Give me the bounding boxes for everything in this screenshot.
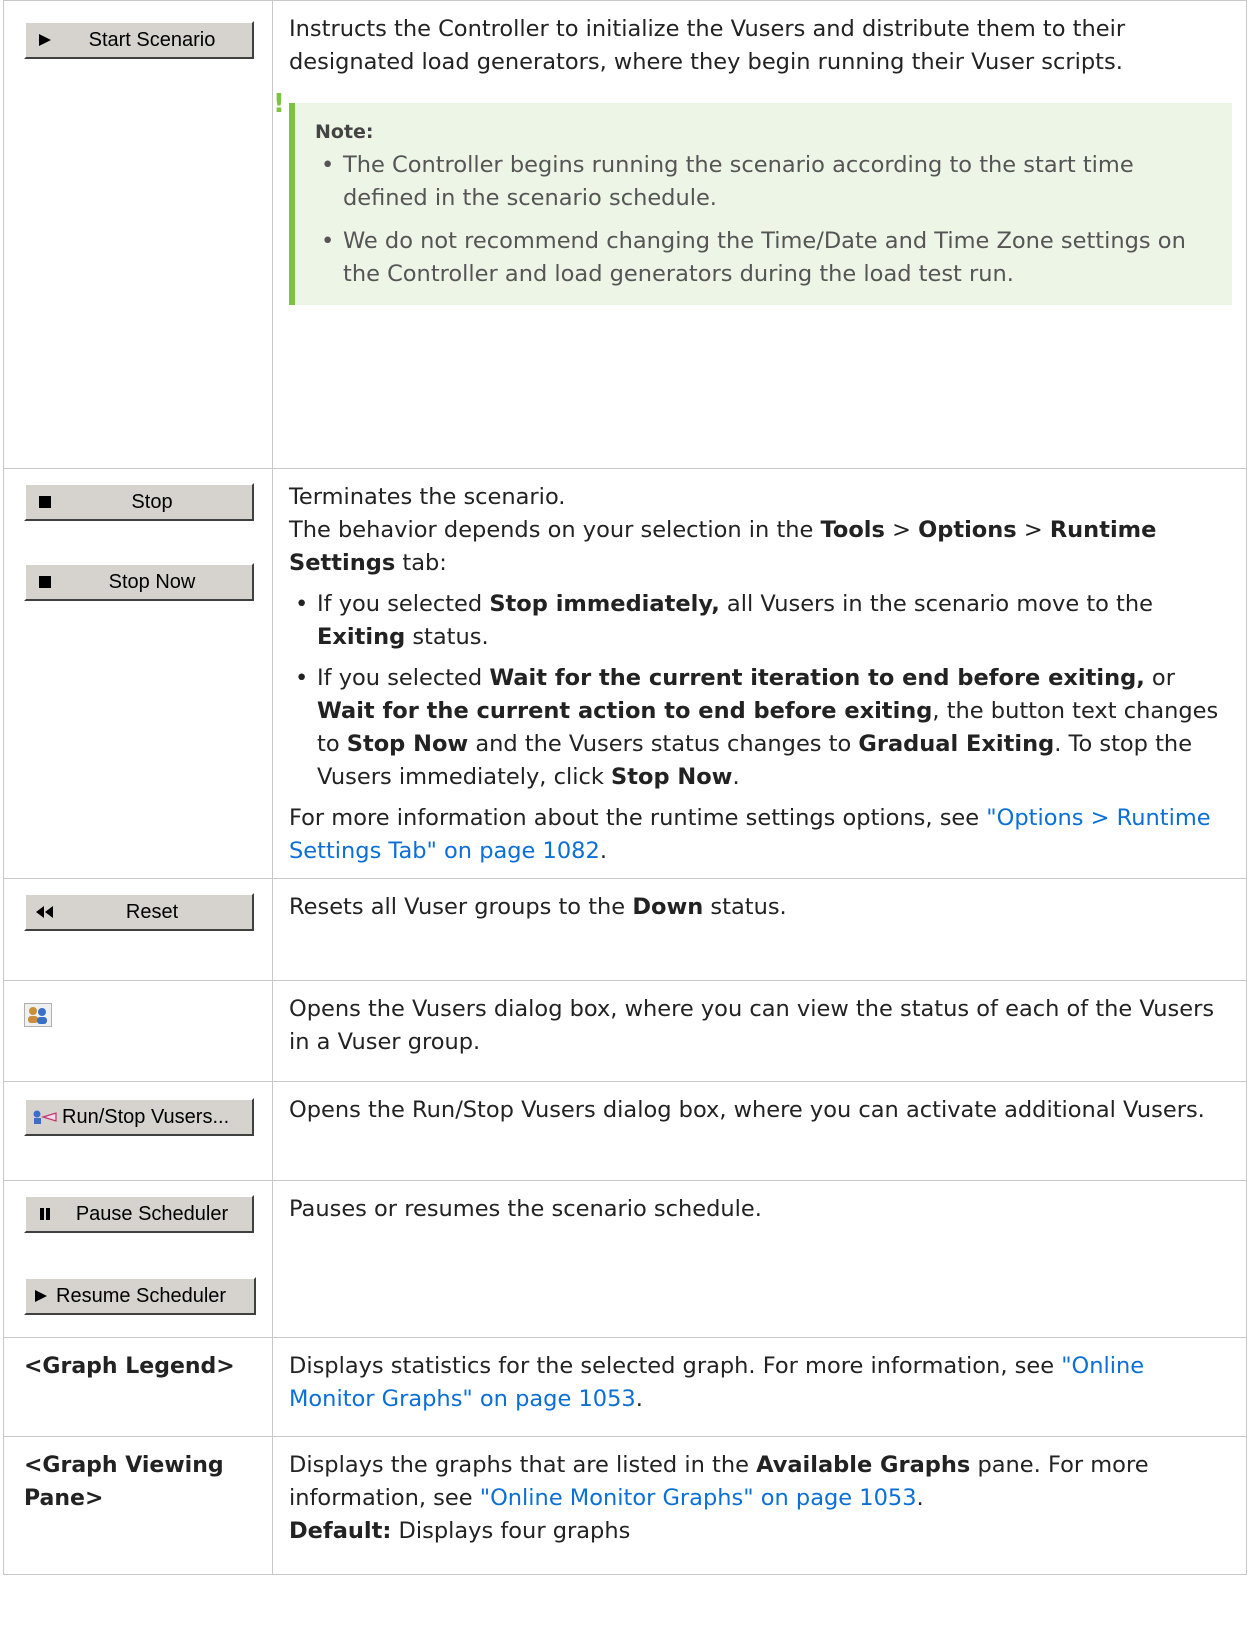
pause-scheduler-button[interactable]: Pause Scheduler [24, 1195, 254, 1233]
description-text: Opens the Run/Stop Vusers dialog box, wh… [289, 1097, 1205, 1123]
button-label: Start Scenario [88, 28, 216, 51]
online-monitor-graphs-link[interactable]: "Online Monitor Graphs" on page 1053 [480, 1485, 917, 1511]
button-label: Reset [125, 900, 179, 923]
button-label: Pause Scheduler [75, 1202, 229, 1225]
start-scenario-button[interactable]: Start Scenario [24, 21, 254, 59]
default-text: Default: Displays four graphs [289, 1518, 631, 1544]
pause-icon [32, 1207, 58, 1221]
rewind-icon [32, 905, 58, 919]
table-row: <Graph Legend> Displays statistics for t… [3, 1337, 1247, 1437]
description-text: Displays statistics for the selected gra… [289, 1353, 1145, 1412]
description-cell: Displays statistics for the selected gra… [272, 1337, 1247, 1437]
graph-legend-label: <Graph Legend> [24, 1354, 235, 1379]
stop-icon [32, 575, 58, 589]
vusers-icon[interactable] [24, 1003, 52, 1027]
description-text: Resets all Vuser groups to the Down stat… [289, 894, 787, 920]
ui-element-cell [3, 980, 273, 1082]
ui-element-cell: Stop Stop Now [3, 468, 273, 879]
table-row: <Graph Viewing Pane> Displays the graphs… [3, 1436, 1247, 1575]
button-label: Stop [131, 490, 173, 513]
note-box: ! Note: The Controller begins running th… [273, 91, 1232, 305]
resume-scheduler-button[interactable]: Resume Scheduler [24, 1277, 256, 1315]
description-text: The behavior depends on your selection i… [289, 517, 1157, 576]
note-list: The Controller begins running the scenar… [315, 149, 1202, 291]
table-row: Reset Resets all Vuser groups to the Dow… [3, 878, 1247, 981]
button-label: Stop Now [108, 570, 196, 593]
description-cell: Resets all Vuser groups to the Down stat… [272, 878, 1247, 981]
note-item: The Controller begins running the scenar… [315, 149, 1202, 215]
description-text: Terminates the scenario. [289, 484, 566, 510]
ui-element-cell: Run/Stop Vusers... [3, 1081, 273, 1181]
description-cell: Pauses or resumes the scenario schedule. [272, 1180, 1247, 1338]
ui-element-cell: Pause Scheduler Resume Scheduler [3, 1180, 273, 1338]
stop-icon [32, 495, 58, 509]
table-row: Stop Stop Now Terminates the scenario. T… [3, 468, 1247, 879]
list-item: If you selected Wait for the current ite… [289, 662, 1232, 794]
description-text: Displays the graphs that are listed in t… [289, 1452, 1149, 1511]
stop-now-button[interactable]: Stop Now [24, 563, 254, 601]
run-stop-vusers-icon [32, 1109, 58, 1125]
description-cell: Displays the graphs that are listed in t… [272, 1436, 1247, 1575]
reset-button[interactable]: Reset [24, 893, 254, 931]
play-icon [32, 33, 58, 47]
description-cell: Opens the Vusers dialog box, where you c… [272, 980, 1247, 1082]
description-text: Pauses or resumes the scenario schedule. [289, 1196, 762, 1222]
button-label: Run/Stop Vusers... [62, 1105, 230, 1128]
button-label: Resume Scheduler [56, 1284, 227, 1307]
run-stop-vusers-button[interactable]: Run/Stop Vusers... [24, 1098, 254, 1136]
list-item: If you selected Stop immediately, all Vu… [289, 588, 1232, 654]
ui-element-cell: <Graph Legend> [3, 1337, 273, 1437]
description-cell: Terminates the scenario. The behavior de… [272, 468, 1247, 879]
stop-button[interactable]: Stop [24, 483, 254, 521]
description-cell: Opens the Run/Stop Vusers dialog box, wh… [272, 1081, 1247, 1181]
note-item: We do not recommend changing the Time/Da… [315, 225, 1202, 291]
table-row: Opens the Vusers dialog box, where you c… [3, 980, 1247, 1082]
ui-element-cell: Start Scenario [3, 0, 273, 469]
note-title: Note: [315, 121, 374, 143]
description-cell: Instructs the Controller to initialize t… [272, 0, 1247, 469]
ui-element-cell: Reset [3, 878, 273, 981]
more-info-text: For more information about the runtime s… [289, 805, 1211, 864]
ui-element-cell: <Graph Viewing Pane> [3, 1436, 273, 1575]
table-row: Start Scenario Instructs the Controller … [3, 0, 1247, 469]
play-icon [28, 1289, 54, 1303]
table-row: Run/Stop Vusers... Opens the Run/Stop Vu… [3, 1081, 1247, 1181]
description-text: Opens the Vusers dialog box, where you c… [289, 996, 1215, 1055]
note-exclamation-icon: ! [273, 89, 285, 119]
ui-elements-table: Start Scenario Instructs the Controller … [3, 0, 1247, 1575]
graph-viewing-pane-label: <Graph Viewing Pane> [24, 1453, 224, 1511]
description-text: Instructs the Controller to initialize t… [289, 16, 1126, 75]
behavior-list: If you selected Stop immediately, all Vu… [289, 588, 1232, 794]
table-row: Pause Scheduler Resume Scheduler Pauses … [3, 1180, 1247, 1338]
